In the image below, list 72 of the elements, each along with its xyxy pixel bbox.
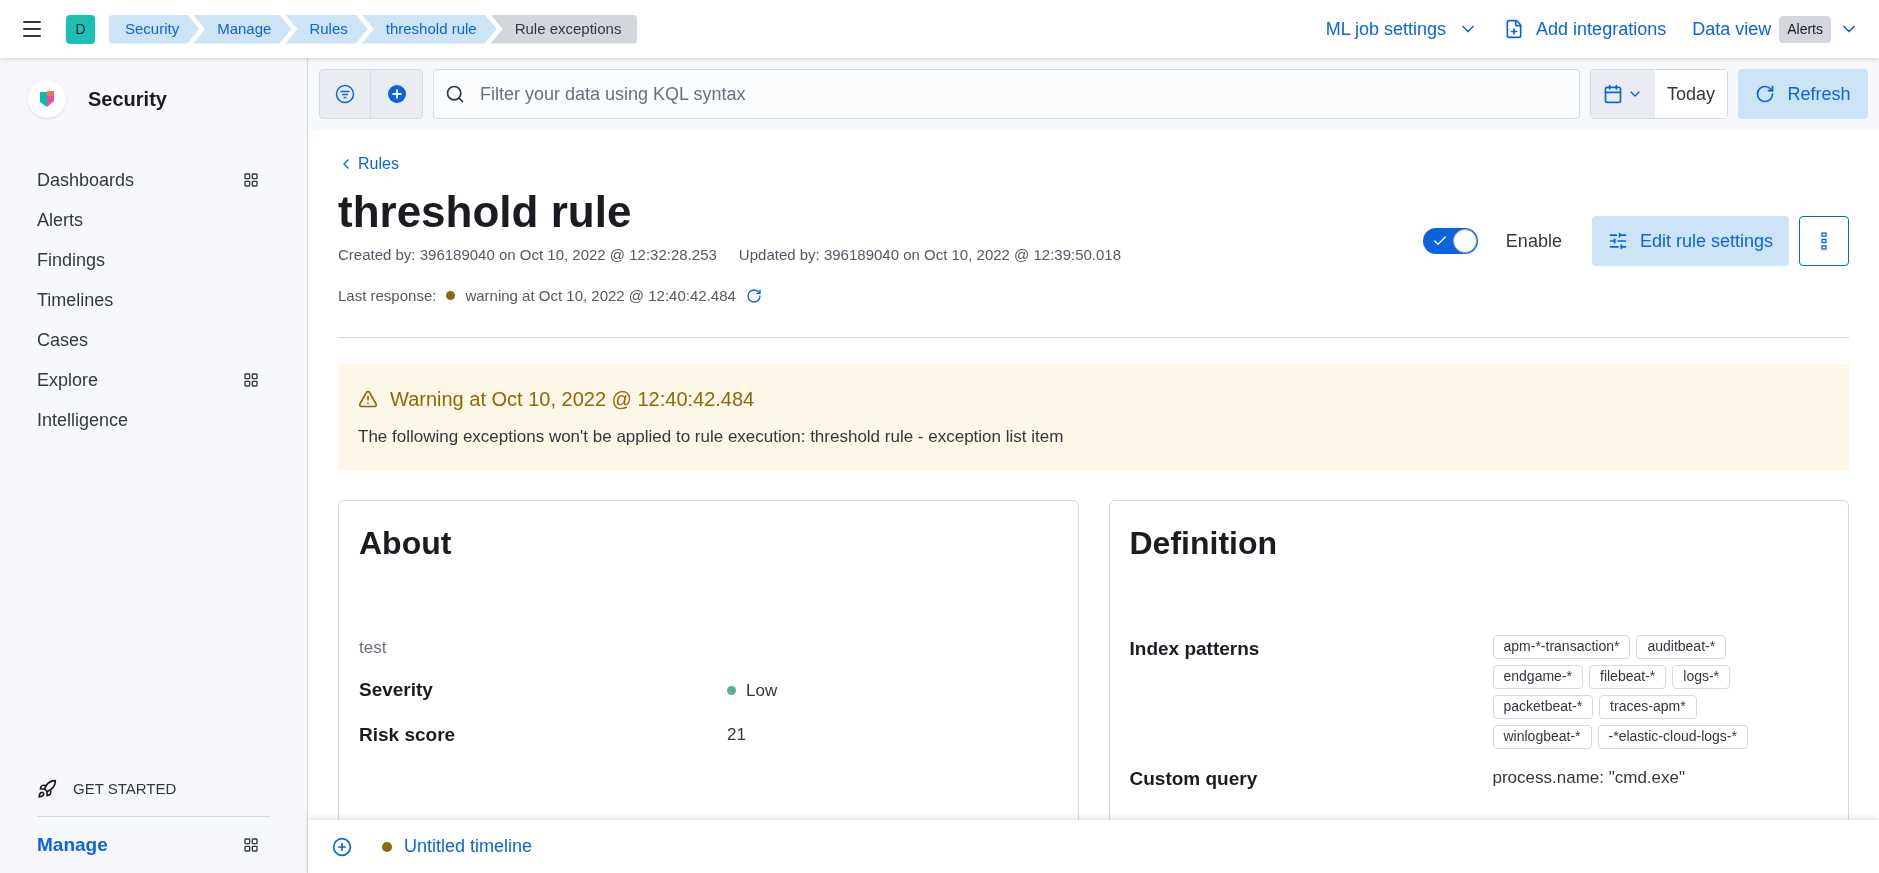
- space-avatar[interactable]: D: [66, 14, 95, 44]
- date-range-button[interactable]: Today: [1654, 70, 1727, 118]
- add-integrations-button[interactable]: Add integrations: [1504, 15, 1667, 43]
- field-label: Index patterns: [1129, 636, 1261, 661]
- refresh-icon: [1755, 84, 1776, 104]
- more-actions-button[interactable]: [1799, 216, 1849, 266]
- index-pattern-badge: endgame-*: [1492, 664, 1583, 689]
- warning-title: Warning at Oct 10, 2022 @ 12:40:42.484: [390, 387, 755, 412]
- breadcrumb[interactable]: Manage: [193, 14, 292, 44]
- sidebar-item[interactable]: Explore: [37, 366, 99, 394]
- calendar-icon: [1602, 84, 1623, 104]
- refresh-icon[interactable]: [745, 287, 762, 304]
- breadcrumb[interactable]: Rules: [285, 14, 368, 44]
- back-link[interactable]: Rules: [338, 152, 399, 176]
- get-started-link[interactable]: GET STARTED: [73, 777, 177, 800]
- apps-icon[interactable]: [243, 372, 259, 388]
- sidebar-item[interactable]: Timelines: [37, 286, 114, 314]
- index-pattern-badge: logs-*: [1672, 664, 1731, 689]
- add-document-icon: [1504, 19, 1525, 39]
- timeline-link[interactable]: Untitled timeline: [404, 833, 533, 860]
- field-value: Low: [746, 679, 778, 702]
- add-timeline-icon[interactable]: [332, 836, 352, 857]
- index-pattern-badge: -*elastic-cloud-logs-*: [1597, 724, 1748, 749]
- security-logo-icon: [28, 80, 66, 118]
- sidebar-item[interactable]: Alerts: [37, 206, 83, 234]
- sidebar-title: Security: [88, 87, 167, 112]
- sidebar-item[interactable]: Intelligence: [37, 406, 129, 434]
- field-value: process.name: "cmd.exe": [1492, 766, 1687, 789]
- ml-job-settings-button[interactable]: ML job settings: [1325, 15, 1479, 43]
- date-picker-button[interactable]: [1590, 70, 1655, 118]
- data-view-badge: Alerts: [1779, 15, 1831, 43]
- apps-icon[interactable]: [243, 837, 259, 853]
- rocket-icon: [37, 778, 57, 799]
- index-pattern-badge: apm-*-transaction*: [1492, 634, 1631, 659]
- data-view-label: Data view: [1692, 17, 1772, 41]
- rule-title: threshold rule: [338, 186, 633, 238]
- field-value: 21: [727, 724, 746, 746]
- rule-description: test: [359, 636, 388, 659]
- sliders-icon: [1607, 231, 1628, 251]
- last-response-value: warning at Oct 10, 2022 @ 12:40:42.484: [465, 285, 736, 306]
- search-icon: [445, 84, 465, 104]
- search-field[interactable]: Filter your data using KQL syntax: [433, 69, 1580, 119]
- field-label: Custom query: [1129, 766, 1259, 791]
- breadcrumb[interactable]: threshold rule: [361, 14, 497, 44]
- field-label: Risk score: [359, 722, 457, 747]
- breadcrumb[interactable]: Rule exceptions: [490, 14, 638, 44]
- index-pattern-badge: auditbeat-*: [1636, 634, 1727, 659]
- filter-icon: [335, 84, 355, 104]
- breadcrumb[interactable]: Security: [109, 14, 200, 44]
- refresh-button[interactable]: Refresh: [1738, 69, 1868, 119]
- index-pattern-badge: filebeat-*: [1589, 664, 1667, 689]
- updated-info: Updated by: 396189040 on Oct 10, 2022 @ 12:39:50.018: [738, 245, 1122, 265]
- edit-rule-settings-button[interactable]: Edit rule settings: [1591, 216, 1789, 266]
- warning-icon: [358, 389, 378, 409]
- sidebar-item[interactable]: Cases: [37, 326, 89, 354]
- sidebar-item[interactable]: Dashboards: [37, 166, 135, 194]
- enable-label: Enable: [1505, 229, 1562, 253]
- warning-message: The following exceptions won't be applied to rule execution: threshold rule - exception list item: [358, 426, 1065, 448]
- enable-switch[interactable]: [1422, 228, 1478, 254]
- more-icon: [1821, 232, 1827, 250]
- apps-icon[interactable]: [243, 172, 259, 188]
- last-response-label: Last response:: [338, 285, 437, 306]
- manage-link[interactable]: Manage: [37, 830, 108, 860]
- index-pattern-badge: traces-apm*: [1599, 694, 1697, 719]
- field-label: Severity: [359, 678, 434, 702]
- card-title: About: [359, 523, 453, 563]
- index-pattern-badge: winlogbeat-*: [1492, 724, 1592, 749]
- index-pattern-badge: packetbeat-*: [1492, 694, 1594, 719]
- plus-icon: [386, 84, 407, 104]
- card-title: Definition: [1129, 523, 1279, 563]
- created-info: Created by: 396189040 on Oct 10, 2022 @ 12:32:28.253: [338, 245, 717, 265]
- sidebar-item[interactable]: Findings: [37, 246, 106, 274]
